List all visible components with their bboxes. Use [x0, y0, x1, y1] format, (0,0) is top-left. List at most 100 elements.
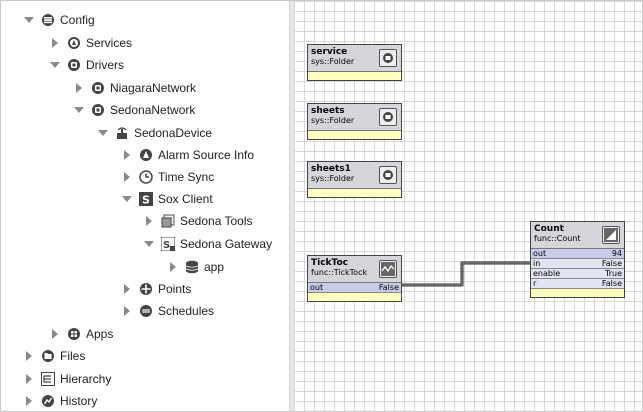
tree-item-label: Points	[158, 282, 192, 296]
component-header: sheets1 sys::Folder	[308, 162, 401, 189]
expand-toggle[interactable]	[23, 350, 35, 362]
nav-tree: Config Services Drivers NiagaraNetwork S…	[1, 1, 291, 411]
tools-icon	[161, 214, 175, 228]
waveform-icon	[379, 260, 397, 278]
tree-item-points[interactable]: Points	[121, 279, 191, 299]
expand-toggle[interactable]	[121, 193, 133, 205]
expand-toggle[interactable]	[23, 395, 35, 407]
tree-item-label: Apps	[86, 327, 114, 341]
component-count[interactable]: Count func::Count out 94 in False enable…	[530, 221, 625, 298]
files-icon	[41, 349, 55, 363]
tree-item-label: Alarm Source Info	[158, 148, 255, 162]
expand-toggle[interactable]	[143, 238, 155, 250]
slot-enable[interactable]: enable True	[531, 269, 624, 279]
apps-icon	[67, 327, 81, 341]
expand-toggle[interactable]	[121, 171, 133, 183]
tree-item-label: Time Sync	[158, 170, 215, 184]
tree-item-label: app	[204, 260, 225, 274]
services-icon	[67, 36, 81, 50]
tree-item-sedona-tools[interactable]: Sedona Tools	[143, 211, 253, 231]
expand-toggle[interactable]	[167, 261, 179, 273]
expand-toggle[interactable]	[143, 215, 155, 227]
tree-item-files[interactable]: Files	[23, 346, 85, 366]
tree-item-hierarchy[interactable]: Hierarchy	[23, 369, 111, 389]
expand-toggle[interactable]	[121, 149, 133, 161]
component-service[interactable]: service sys::Folder	[307, 44, 402, 81]
component-header: TickToc func::TickTock	[308, 256, 401, 283]
schedules-icon	[139, 304, 153, 318]
config-icon	[41, 13, 55, 27]
tree-item-config[interactable]: Config	[23, 10, 95, 30]
tree-item-time-sync[interactable]: Time Sync	[121, 167, 214, 187]
tree-item-label: Config	[60, 13, 95, 27]
tree-item-label: History	[60, 394, 98, 408]
network-icon	[91, 81, 105, 95]
expand-toggle[interactable]	[49, 59, 61, 71]
hierarchy-icon	[41, 372, 55, 386]
tree-item-history[interactable]: History	[23, 391, 97, 411]
slot-value: False	[378, 283, 399, 292]
tree-item-app[interactable]: app	[167, 257, 224, 277]
tree-item-apps[interactable]: Apps	[49, 324, 113, 344]
slot-value: 94	[611, 249, 622, 258]
expand-toggle[interactable]	[73, 104, 85, 116]
counter-icon	[602, 226, 620, 244]
tree-item-alarm-source-info[interactable]: Alarm Source Info	[121, 145, 254, 165]
expand-toggle[interactable]	[121, 283, 133, 295]
expand-toggle[interactable]	[49, 328, 61, 340]
slot-name: enable	[533, 269, 561, 278]
tree-item-sedona-gateway[interactable]: S Sedona Gateway	[143, 234, 272, 254]
expand-toggle[interactable]	[97, 127, 109, 139]
tree-item-sedona-network[interactable]: SedonaNetwork	[73, 100, 195, 120]
tree-item-label: SedonaDevice	[134, 126, 213, 140]
sox-client-icon: S	[139, 192, 153, 207]
tree-item-sox-client[interactable]: S Sox Client	[121, 189, 213, 209]
slot-name: in	[533, 259, 541, 268]
history-icon	[41, 394, 55, 408]
tree-item-niagara-network[interactable]: NiagaraNetwork	[73, 78, 196, 98]
expand-toggle[interactable]	[23, 373, 35, 385]
window: Config Services Drivers NiagaraNetwork S…	[0, 0, 643, 412]
slot-value: False	[601, 259, 622, 268]
clock-icon	[139, 170, 153, 184]
slot-out[interactable]: out False	[308, 283, 401, 293]
tree-item-label: SedonaNetwork	[110, 103, 196, 117]
tree-item-label: NiagaraNetwork	[110, 81, 197, 95]
slot-name: out	[533, 249, 547, 258]
slot-value: True	[605, 269, 622, 278]
tree-item-label: Schedules	[158, 304, 215, 318]
tree-item-label: Drivers	[86, 58, 124, 72]
tree-item-label: Sedona Tools	[180, 214, 253, 228]
component-ticktoc[interactable]: TickToc func::TickTock out False	[307, 255, 402, 302]
gateway-icon: S	[160, 236, 176, 252]
tree-item-sedona-device[interactable]: SedonaDevice	[97, 123, 212, 143]
slot-value: False	[601, 279, 622, 288]
expand-toggle[interactable]	[121, 305, 133, 317]
tree-item-schedules[interactable]: Schedules	[121, 301, 214, 321]
drivers-icon	[67, 58, 81, 72]
slot-r[interactable]: r False	[531, 279, 624, 289]
tree-item-drivers[interactable]: Drivers	[49, 55, 124, 75]
slot-name: out	[310, 283, 324, 292]
expand-toggle[interactable]	[49, 37, 61, 49]
tree-item-label: Sox Client	[158, 192, 213, 206]
database-icon	[185, 260, 199, 274]
tree-item-label: Hierarchy	[60, 372, 112, 386]
wiresheet-canvas[interactable]: service sys::Folder sheets sys::Folder s…	[294, 1, 642, 411]
expand-toggle[interactable]	[23, 14, 35, 26]
expand-toggle[interactable]	[73, 82, 85, 94]
svg-text:S: S	[142, 194, 150, 207]
slot-out[interactable]: out 94	[531, 249, 624, 259]
tree-item-services[interactable]: Services	[49, 33, 132, 53]
component-header: sheets sys::Folder	[308, 104, 401, 131]
component-sheets[interactable]: sheets sys::Folder	[307, 103, 402, 140]
alarm-icon	[139, 148, 153, 162]
tree-item-label: Files	[60, 349, 86, 363]
network-icon	[91, 103, 105, 117]
slot-in[interactable]: in False	[531, 259, 624, 269]
svg-text:S: S	[163, 240, 170, 251]
folder-icon	[379, 166, 397, 184]
component-sheets1[interactable]: sheets1 sys::Folder	[307, 161, 402, 198]
tree-item-label: Sedona Gateway	[180, 237, 273, 251]
component-header: service sys::Folder	[308, 45, 401, 72]
